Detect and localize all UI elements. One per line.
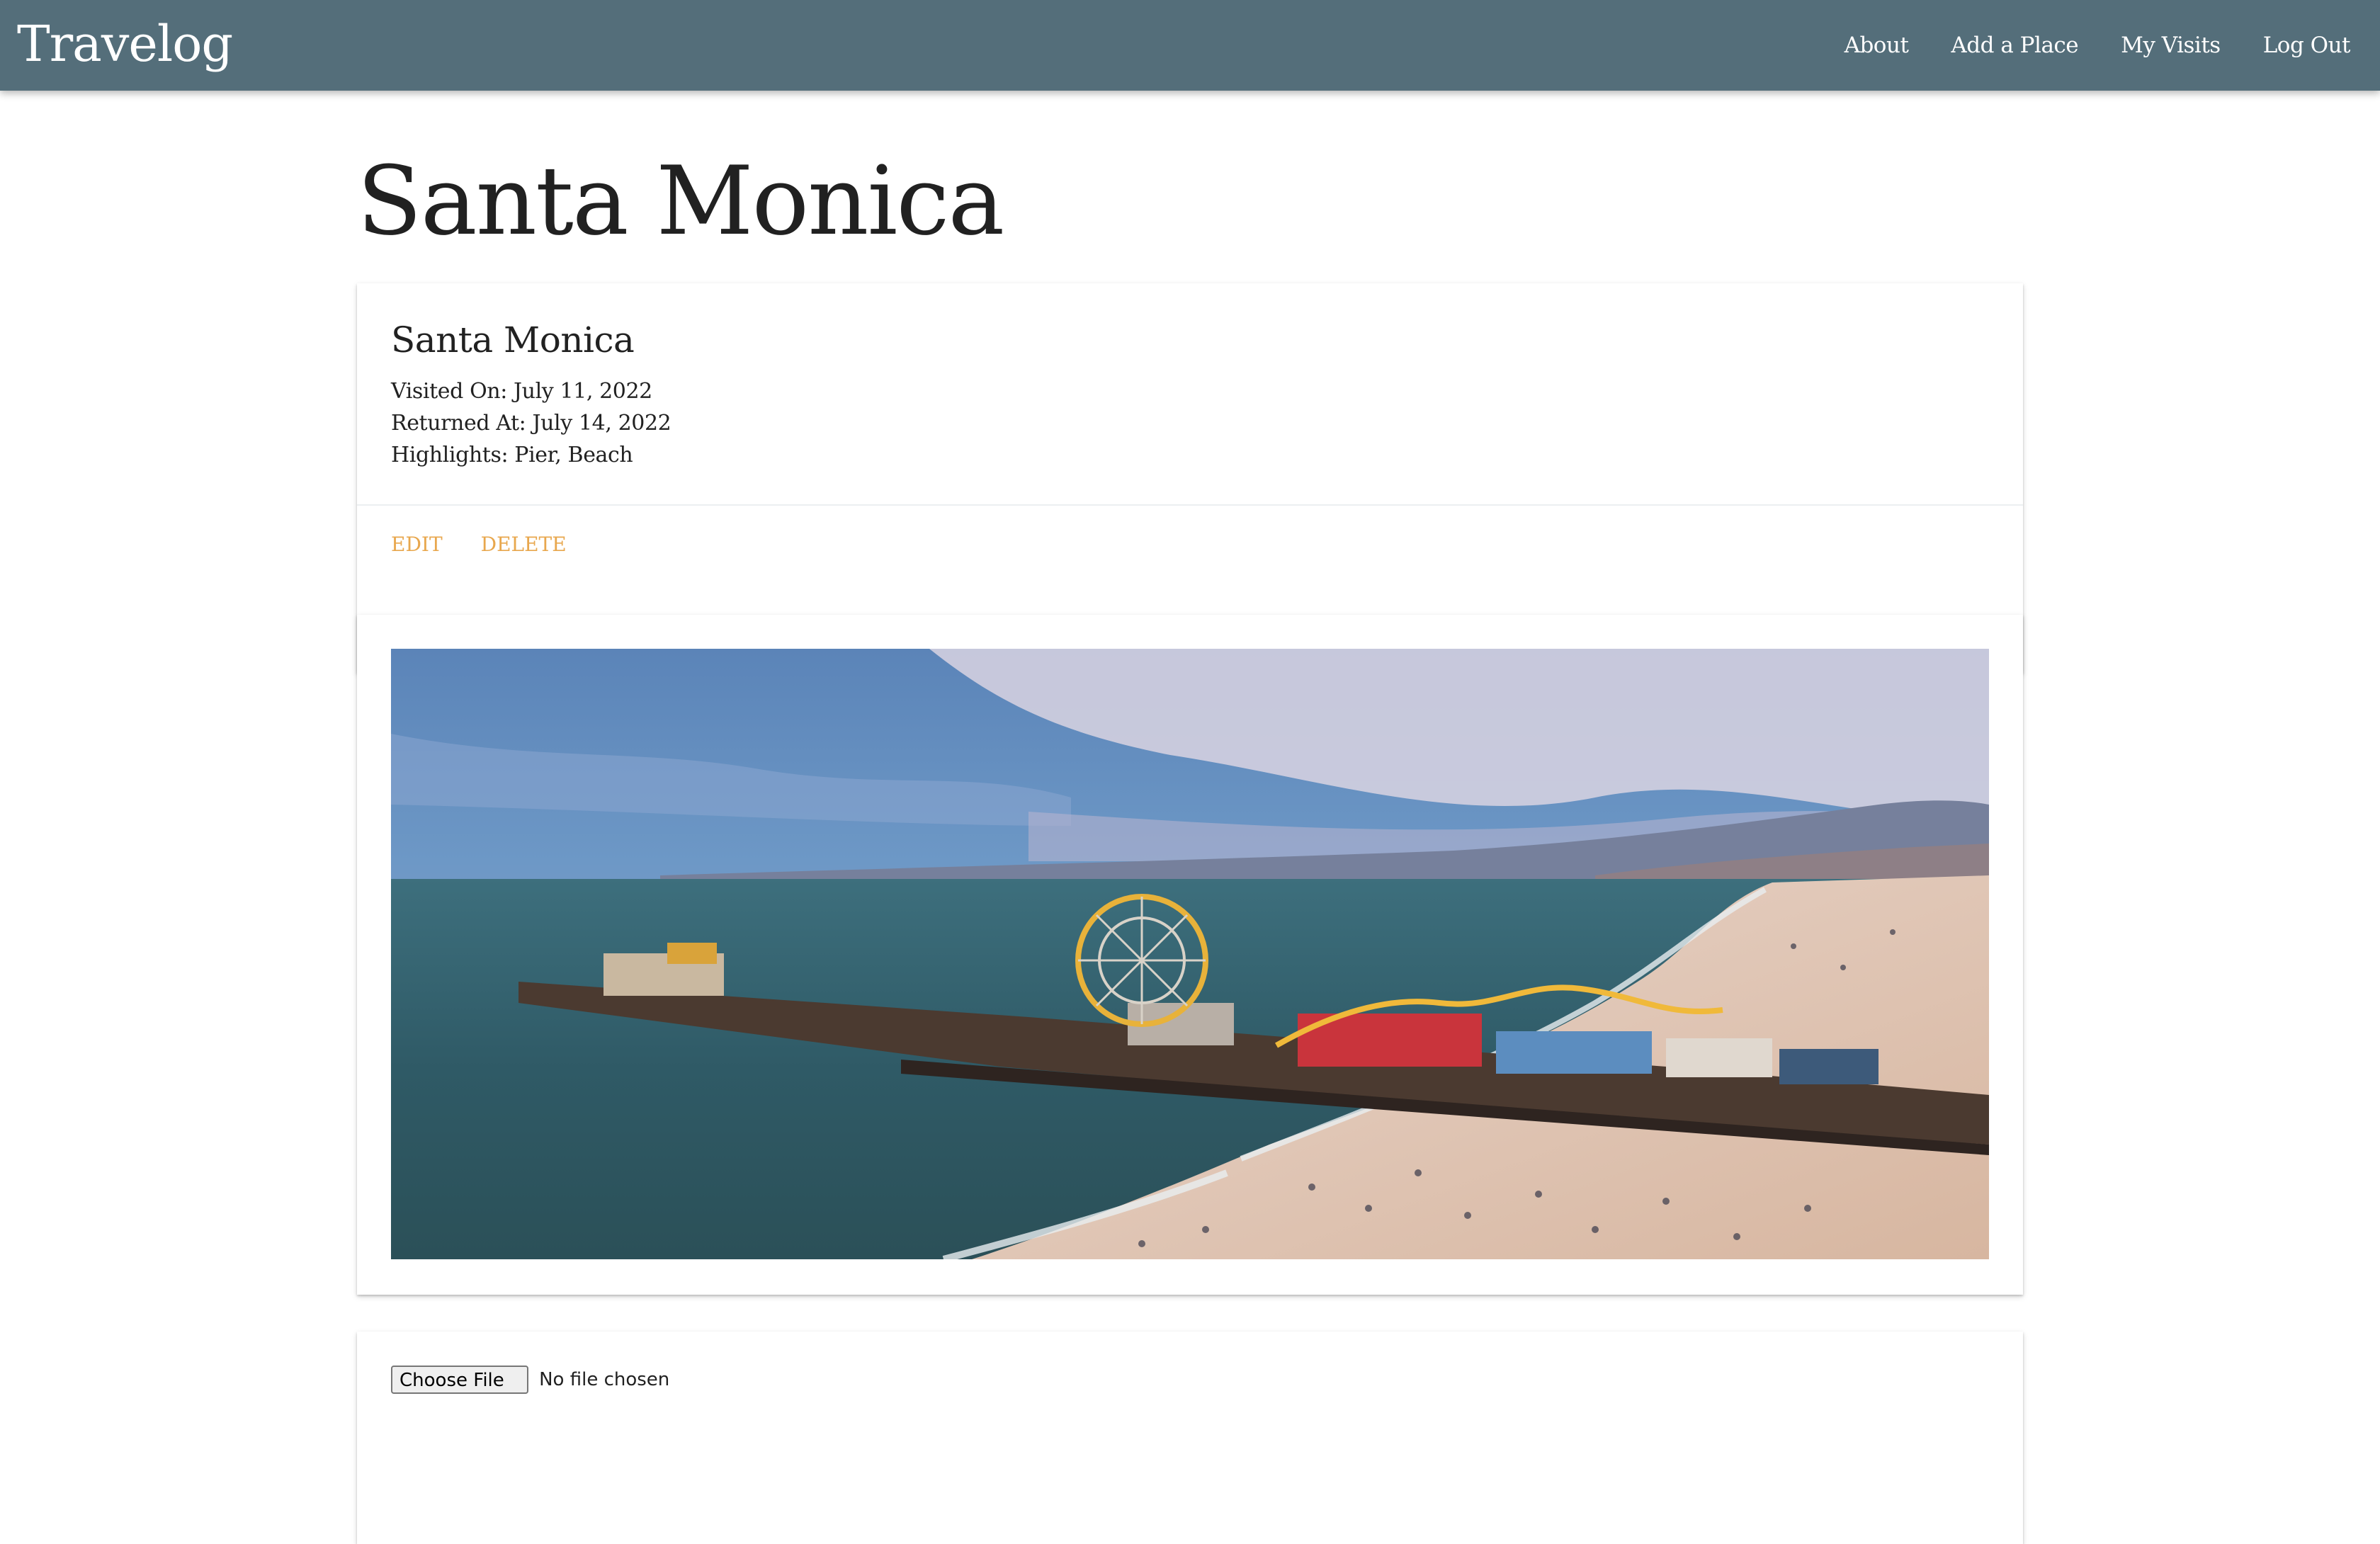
nav-link-my-visits[interactable]: My Visits [2100, 0, 2242, 91]
visited-on-text: Visited On: July 11, 2022 [391, 379, 652, 404]
place-photo [391, 649, 1989, 1259]
place-card-title: Santa Monica [391, 319, 635, 361]
nav-item-log-out: Log Out [2242, 0, 2372, 91]
brand-logo-link[interactable]: Travelog [17, 16, 233, 72]
place-details-content: Santa Monica Visited On: July 11, 2022 R… [357, 283, 2023, 504]
page-title: Santa Monica [357, 146, 1004, 256]
nav-link-log-out[interactable]: Log Out [2242, 0, 2372, 91]
nav-item-about: About [1823, 0, 1930, 91]
top-navbar: Travelog About Add a Place My Visits Log… [0, 0, 2380, 91]
choose-file-button[interactable]: Choose File [391, 1366, 528, 1394]
photo-card [357, 615, 2023, 1295]
nav-links: About Add a Place My Visits Log Out [1823, 0, 2372, 91]
nav-link-add-place[interactable]: Add a Place [1930, 0, 2100, 91]
nav-item-my-visits: My Visits [2100, 0, 2242, 91]
highlights-text: Highlights: Pier, Beach [391, 443, 633, 467]
edit-link[interactable]: EDIT [391, 506, 443, 584]
returned-at-text: Returned At: July 14, 2022 [391, 411, 672, 436]
nav-link-about[interactable]: About [1823, 0, 1930, 91]
delete-link[interactable]: DELETE [481, 506, 567, 584]
photo-upload-card: Choose File No file chosen [357, 1332, 2023, 1544]
nav-item-add-place: Add a Place [1930, 0, 2100, 91]
file-status-text: No file chosen [539, 1369, 670, 1390]
